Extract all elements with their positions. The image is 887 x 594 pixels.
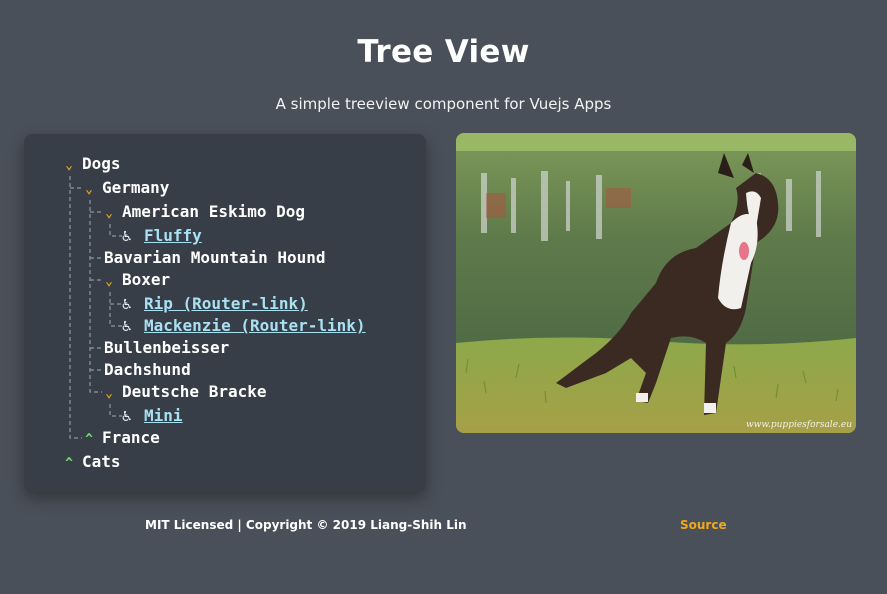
wheelchair-icon: ♿ bbox=[122, 226, 132, 245]
tree-node-dogs[interactable]: ⌄ Dogs bbox=[62, 153, 121, 177]
chevron-down-icon[interactable]: ⌄ bbox=[102, 271, 116, 293]
tree-node-label: Cats bbox=[82, 452, 121, 471]
tree-node-label: Deutsche Bracke bbox=[122, 382, 267, 401]
tree-node-cats[interactable]: ^ Cats bbox=[62, 451, 121, 475]
tree-node-boxer[interactable]: ⌄ Boxer bbox=[102, 269, 170, 291]
tree-node-germany[interactable]: ⌄ Germany bbox=[82, 177, 169, 199]
chevron-down-icon[interactable]: ⌄ bbox=[102, 383, 116, 405]
tree-node-label: Dachshund bbox=[104, 360, 191, 379]
boxer-dog-image bbox=[456, 133, 856, 433]
tree-node-label: Bavarian Mountain Hound bbox=[104, 248, 326, 267]
tree-node-deutsche-bracke[interactable]: ⌄ Deutsche Bracke bbox=[102, 381, 267, 405]
tree-leaf-mini: ♿ Mini bbox=[122, 405, 183, 427]
footer-license: MIT Licensed | Copyright © 2019 Liang-Sh… bbox=[145, 518, 467, 532]
chevron-down-icon[interactable]: ⌄ bbox=[62, 155, 76, 177]
tree-node-label: Germany bbox=[102, 178, 170, 197]
tree-node-bavarian-mountain-hound[interactable]: Bavarian Mountain Hound bbox=[104, 247, 326, 269]
mackenzie-router-link[interactable]: Mackenzie (Router-link) bbox=[144, 316, 366, 335]
tree-leaf-mackenzie: ♿ Mackenzie (Router-link) bbox=[122, 315, 366, 337]
source-link[interactable]: Source bbox=[680, 518, 727, 532]
boxer-dog-photo: www.puppiesforsale.eu bbox=[456, 133, 856, 433]
tree-node-label: Boxer bbox=[122, 270, 171, 289]
tree-leaf-fluffy: ♿ Fluffy bbox=[122, 225, 202, 247]
chevron-down-icon[interactable]: ⌄ bbox=[82, 179, 96, 201]
tree-leaf-rip: ♿ Rip (Router-link) bbox=[122, 293, 308, 315]
tree-node-label: France bbox=[102, 428, 160, 447]
tree-node-france[interactable]: ^ France bbox=[82, 427, 160, 449]
tree-node-label: Dogs bbox=[82, 154, 121, 173]
wheelchair-icon: ♿ bbox=[122, 316, 132, 335]
page-title: Tree View bbox=[357, 34, 530, 70]
tree-view-panel: ⌄ Dogs ⌄ Germany ⌄ American Eskimo Dog ♿ Flu… bbox=[24, 134, 426, 492]
tree-node-label: Bullenbeisser bbox=[104, 338, 230, 357]
photo-watermark: www.puppiesforsale.eu bbox=[745, 420, 852, 430]
wheelchair-icon: ♿ bbox=[122, 294, 132, 313]
chevron-up-icon[interactable]: ^ bbox=[82, 429, 96, 451]
page-subtitle: A simple treeview component for Vuejs Ap… bbox=[275, 95, 612, 113]
rip-router-link[interactable]: Rip (Router-link) bbox=[144, 294, 308, 313]
fluffy-link[interactable]: Fluffy bbox=[144, 226, 202, 245]
tree-node-dachshund[interactable]: Dachshund bbox=[104, 359, 191, 381]
tree-node-american-eskimo-dog[interactable]: ⌄ American Eskimo Dog bbox=[102, 201, 305, 223]
mini-link[interactable]: Mini bbox=[144, 406, 183, 425]
chevron-up-icon[interactable]: ^ bbox=[62, 453, 76, 475]
tree-node-bullenbeisser[interactable]: Bullenbeisser bbox=[104, 337, 229, 359]
tree-node-label: American Eskimo Dog bbox=[122, 202, 306, 221]
wheelchair-icon: ♿ bbox=[122, 406, 132, 425]
chevron-down-icon[interactable]: ⌄ bbox=[102, 203, 116, 225]
